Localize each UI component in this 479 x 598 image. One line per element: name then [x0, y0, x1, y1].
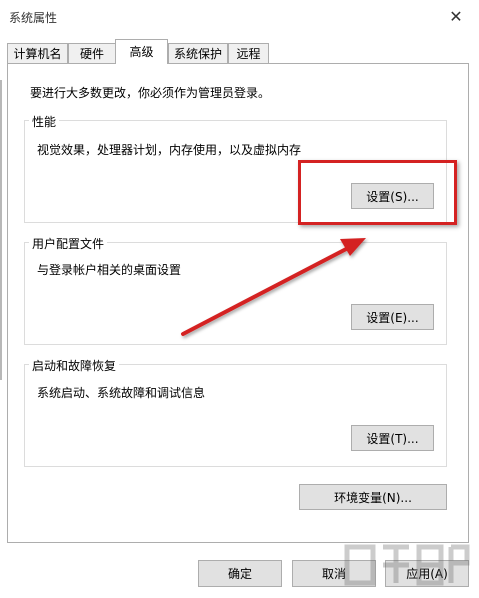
tab-advanced[interactable]: 高级 [115, 39, 168, 64]
arrow-shaft [181, 245, 352, 336]
annotation-arrow [181, 238, 366, 336]
arrow-head [340, 238, 366, 256]
